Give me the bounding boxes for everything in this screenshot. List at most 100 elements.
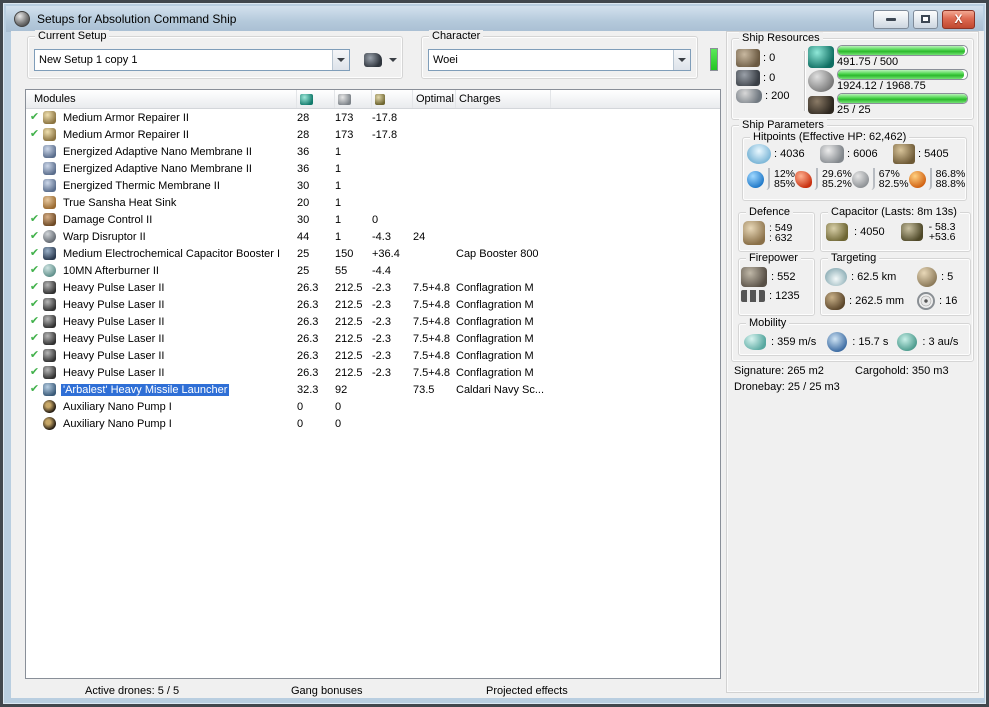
module-name-text[interactable]: Heavy Pulse Laser II (61, 299, 167, 311)
table-row[interactable]: ✔ Medium Armor Repairer II 28 173 -17.8 (26, 126, 720, 143)
module-name: Heavy Pulse Laser II (61, 316, 297, 328)
maximize-button[interactable] (913, 9, 938, 29)
table-row[interactable]: Energized Thermic Membrane II 30 1 (26, 177, 720, 194)
fitted-check-icon: ✔ (29, 111, 40, 123)
launcher-hardpoints-value: : 0 (763, 72, 776, 84)
optimal-cell: 7.5+4.8 (413, 281, 451, 294)
max-targets-icon (917, 267, 937, 287)
powergrid-cell: 1 (335, 145, 342, 158)
module-name-text[interactable]: Heavy Pulse Laser II (61, 333, 167, 345)
table-row[interactable]: ✔ Heavy Pulse Laser II 26.3 212.5 -2.3 7.5+4.… (26, 279, 720, 296)
cpu-column-header[interactable] (297, 90, 335, 108)
module-name-text[interactable]: Energized Adaptive Nano Membrane II (61, 146, 254, 158)
table-row[interactable]: True Sansha Heat Sink 20 1 (26, 194, 720, 211)
powergrid-usage-value: 1924.12 / 1968.75 (837, 80, 926, 92)
pulse-laser-icon (43, 349, 56, 362)
character-select[interactable]: Woei (428, 49, 691, 71)
module-name-text[interactable]: Heavy Pulse Laser II (61, 316, 167, 328)
module-name-text[interactable]: Auxiliary Nano Pump I (61, 401, 174, 413)
scan-resolution-icon (825, 292, 845, 310)
targeting-group: Targeting : 62.5 km : 5 : 262.5 mm : 16 (820, 252, 971, 316)
module-name-text[interactable]: Medium Electrochemical Capacitor Booster… (61, 248, 282, 260)
cpu-cell: 0 (297, 417, 304, 430)
table-row[interactable]: Energized Adaptive Nano Membrane II 36 1 (26, 143, 720, 160)
module-name: Heavy Pulse Laser II (61, 282, 297, 294)
module-name-text[interactable]: Heavy Pulse Laser II (61, 350, 167, 362)
powergrid-cell: 212.5 (335, 349, 363, 362)
table-row[interactable]: ✔ Medium Electrochemical Capacitor Booste… (26, 245, 720, 262)
modules-column-header[interactable]: Modules (26, 90, 297, 108)
current-setup-group: Current Setup New Setup 1 copy 1 (27, 30, 403, 79)
module-name-text[interactable]: Energized Adaptive Nano Membrane II (61, 163, 254, 175)
module-name-text[interactable]: 'Arbalest' Heavy Missile Launcher (61, 383, 230, 396)
gang-bonuses-label[interactable]: Gang bonuses (291, 685, 363, 697)
kinetic-resist-icon (851, 170, 869, 188)
optimal-column-header[interactable]: Optimal (413, 90, 456, 108)
pulse-laser-icon (43, 315, 56, 328)
capacitor-cell: 0 (372, 213, 379, 226)
powergrid-cell: 212.5 (335, 332, 363, 345)
shield-hp-value: : 4036 (774, 148, 805, 160)
module-name-text[interactable]: Medium Armor Repairer II (61, 112, 191, 124)
current-setup-dropdown-button[interactable] (332, 50, 349, 70)
module-name-text[interactable]: Heavy Pulse Laser II (61, 282, 167, 294)
defence-group: Defence : 549: 632 (738, 206, 815, 252)
table-row[interactable]: ✔ Medium Armor Repairer II 28 173 -17.8 (26, 109, 720, 126)
table-row[interactable]: ✔ 'Arbalest' Heavy Missile Launcher 32.3 92… (26, 381, 720, 398)
current-setup-label: Current Setup (35, 30, 110, 42)
current-setup-select[interactable]: New Setup 1 copy 1 (34, 49, 350, 71)
module-name: Damage Control II (61, 214, 297, 226)
projected-effects-label[interactable]: Projected effects (486, 685, 568, 697)
optimal-cell: 24 (413, 230, 426, 243)
table-row[interactable]: ✔ Warp Disruptor II 44 1 -4.3 24 (26, 228, 720, 245)
fitted-check-icon: ✔ (29, 366, 40, 378)
thermal-armor-resist: 85.2% (822, 178, 852, 190)
module-name: True Sansha Heat Sink (61, 197, 297, 209)
em-resist-icon (747, 170, 764, 188)
charges-column-header[interactable]: Charges (456, 90, 551, 108)
current-setup-value: New Setup 1 copy 1 (39, 54, 138, 66)
cpu-cell: 28 (297, 111, 310, 124)
nano-membrane-icon (43, 145, 56, 158)
module-name-text[interactable]: Energized Thermic Membrane II (61, 180, 222, 192)
character-dropdown-button[interactable] (673, 50, 690, 70)
table-row[interactable]: ✔ Heavy Pulse Laser II 26.3 212.5 -2.3 7.5+4.… (26, 296, 720, 313)
powergrid-column-header[interactable] (335, 90, 372, 108)
module-name-text[interactable]: Damage Control II (61, 214, 154, 226)
setup-actions-button[interactable] (364, 53, 397, 67)
module-name: Auxiliary Nano Pump I (61, 418, 297, 430)
table-row[interactable]: ✔ Heavy Pulse Laser II 26.3 212.5 -2.3 7.5+4.… (26, 313, 720, 330)
module-name-text[interactable]: Warp Disruptor II (61, 231, 148, 243)
module-name-text[interactable]: 10MN Afterburner II (61, 265, 161, 277)
table-row[interactable]: ✔ 10MN Afterburner II 25 55 -4.4 (26, 262, 720, 279)
table-row[interactable]: ✔ Heavy Pulse Laser II 26.3 212.5 -2.3 7.5+4.… (26, 347, 720, 364)
cpu-cell: 26.3 (297, 315, 319, 328)
module-name-text[interactable]: Auxiliary Nano Pump I (61, 418, 174, 430)
capacitor-cell: -2.3 (372, 366, 391, 379)
table-row[interactable]: Auxiliary Nano Pump I 0 0 (26, 398, 720, 415)
table-row[interactable]: ✔ Heavy Pulse Laser II 26.3 212.5 -2.3 7.5+4.… (26, 330, 720, 347)
cpu-cell: 30 (297, 179, 310, 192)
table-row[interactable]: Auxiliary Nano Pump I 0 0 (26, 415, 720, 432)
optimal-cell: 73.5 (413, 383, 435, 396)
title-bar[interactable]: Setups for Absolution Command Ship X (6, 6, 983, 32)
table-row[interactable]: Energized Adaptive Nano Membrane II 36 1 (26, 160, 720, 177)
module-name-text[interactable]: Heavy Pulse Laser II (61, 367, 167, 379)
launcher-hardpoints-icon (736, 70, 760, 86)
module-name-text[interactable]: True Sansha Heat Sink (61, 197, 178, 209)
powergrid-cell: 1 (335, 230, 342, 243)
pulse-laser-icon (43, 332, 56, 345)
firepower-group: Firepower : 552 : 1235 (738, 252, 815, 316)
cpu-cell: 32.3 (297, 383, 319, 396)
app-icon (14, 11, 30, 27)
module-name-text[interactable]: Medium Armor Repairer II (61, 129, 191, 141)
minimize-button[interactable] (873, 9, 909, 29)
tank-icon (743, 221, 765, 245)
scan-resolution-value: : 262.5 mm (849, 295, 905, 307)
powergrid-cell: 212.5 (335, 315, 363, 328)
table-row[interactable]: ✔ Damage Control II 30 1 0 (26, 211, 720, 228)
capacitor-column-header[interactable] (372, 90, 413, 108)
table-row[interactable]: ✔ Heavy Pulse Laser II 26.3 212.5 -2.3 7.5+4.… (26, 364, 720, 381)
close-button[interactable]: X (942, 9, 975, 29)
hitpoints-group: Hitpoints (Effective HP: 62,462) : 4036 … (742, 131, 967, 201)
